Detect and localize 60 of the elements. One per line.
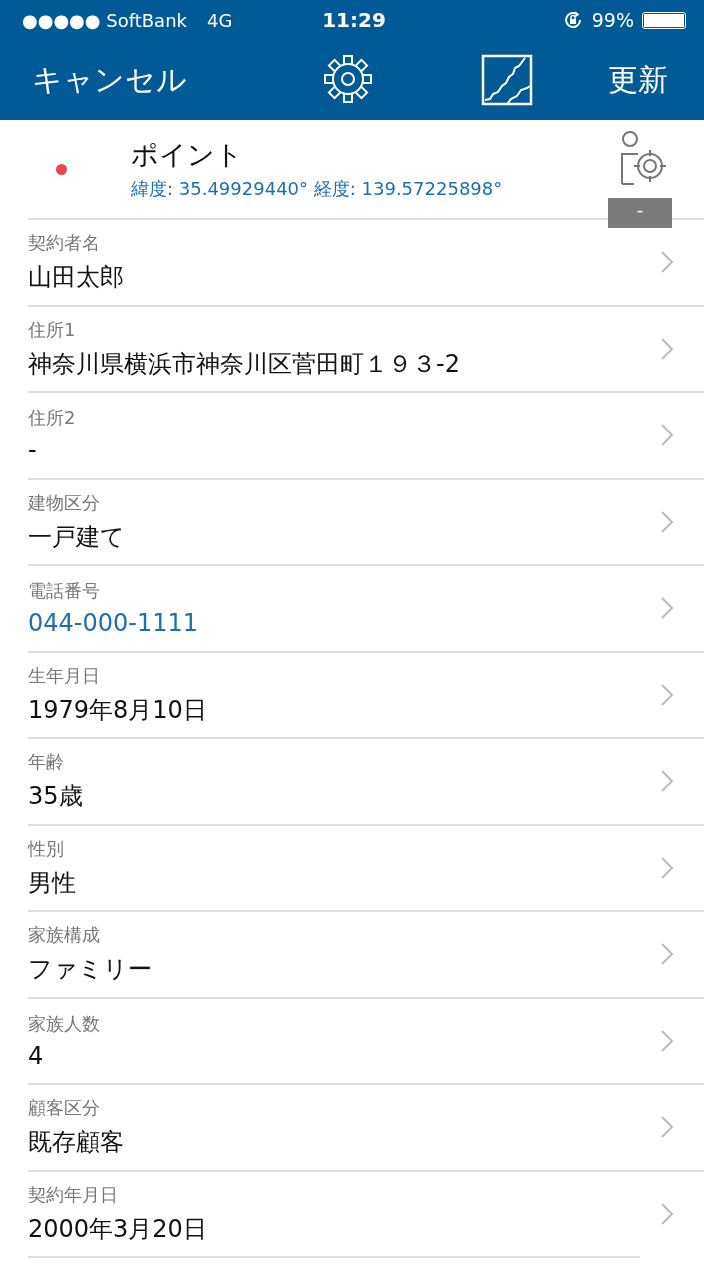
field-value: 神奈川県横浜市神奈川区菅田町１９３-2 [28,348,461,380]
field-value: 一戸建て [28,521,126,553]
chevron-icon [660,682,674,707]
field-row[interactable]: 顧客区分 既存顧客 [28,1083,704,1170]
network-type: 4G [207,9,233,31]
clock: 11:29 [322,8,386,32]
field-row[interactable]: 契約年月日 2000年3月20日 [28,1169,704,1256]
phone-link[interactable]: 044-000-1111 [28,609,660,638]
field-row[interactable]: 契約者名 山田太郎 [28,218,704,305]
field-label: 家族人数 [28,1011,101,1036]
update-button[interactable]: 更新 [608,59,668,101]
field-value: 山田太郎 [28,262,125,294]
field-row[interactable]: 生年月日 1979年8月10日 [28,650,704,737]
carrier-signal: ●●●●● SoftBank [22,9,187,31]
field-label: 年齢 [28,750,65,775]
chevron-icon [660,596,674,621]
chevron-icon [660,1201,674,1226]
field-value: 2000年3月20日 [28,1213,208,1245]
chevron-icon [660,250,674,275]
battery-percent: 99% [591,9,634,31]
field-value: 男性 [28,867,77,899]
point-title: ポイント [131,138,244,172]
field-value: 4 [28,1041,45,1070]
chevron-icon [660,423,674,448]
field-row[interactable]: 電話番号 044-000-1111 [28,564,704,651]
field-label: 契約年月日 [28,1182,119,1207]
field-label: 電話番号 [28,579,101,604]
field-row[interactable]: 年齢 35歳 [28,737,704,824]
field-row[interactable]: 家族人数 4 [28,996,704,1083]
map-icon[interactable] [480,54,533,106]
field-label: 生年月日 [28,663,101,688]
field-row[interactable]: 家族構成 ファミリー [28,910,704,997]
field-label: 住所2 [28,406,77,431]
chevron-icon [660,509,674,534]
chevron-icon [660,336,674,361]
field-label: 契約者名 [28,231,101,256]
field-value: 既存顧客 [28,1127,125,1159]
field-label: 住所1 [28,317,77,342]
field-label: 性別 [28,836,65,861]
battery-icon [642,11,686,29]
chevron-icon [660,1115,674,1140]
field-row[interactable]: 住所1 神奈川県横浜市神奈川区菅田町１９３-2 [28,304,704,391]
coordinates: 緯度: 35.49929440° 経度: 139.57225898° [131,177,503,201]
field-label: 建物区分 [28,490,101,515]
field-value: - [28,436,38,465]
chevron-icon [660,769,674,794]
field-label: 家族構成 [28,923,101,948]
field-label: 顧客区分 [28,1096,101,1121]
cancel-button[interactable]: キャンセル [32,59,187,101]
field-value: 35歳 [28,781,84,813]
field-row[interactable]: 建物区分 一戸建て [28,477,704,564]
status-badge: - [608,198,672,228]
field-row[interactable]: 住所2 - [28,391,704,478]
chevron-icon [660,855,674,880]
chevron-icon [660,942,674,967]
field-value: ファミリー [28,954,153,986]
field-value: 1979年8月10日 [28,694,208,726]
chevron-icon [660,1028,674,1053]
field-row[interactable]: 性別 男性 [28,823,704,910]
settings-icon[interactable] [322,54,373,104]
